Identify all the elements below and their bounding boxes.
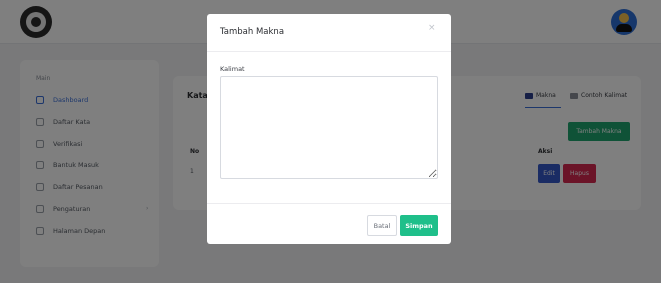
cancel-button[interactable]: Batal bbox=[367, 215, 397, 236]
modal-header-divider bbox=[207, 51, 451, 52]
tambah-makna-modal: Tambah Makna × Kalimat Batal Simpan bbox=[207, 14, 451, 244]
save-button[interactable]: Simpan bbox=[400, 215, 438, 236]
modal-title: Tambah Makna bbox=[220, 27, 285, 37]
kalimat-label: Kalimat bbox=[220, 65, 245, 73]
close-icon[interactable]: × bbox=[428, 23, 436, 33]
kalimat-textarea[interactable] bbox=[220, 76, 438, 179]
modal-footer-divider bbox=[207, 203, 451, 204]
